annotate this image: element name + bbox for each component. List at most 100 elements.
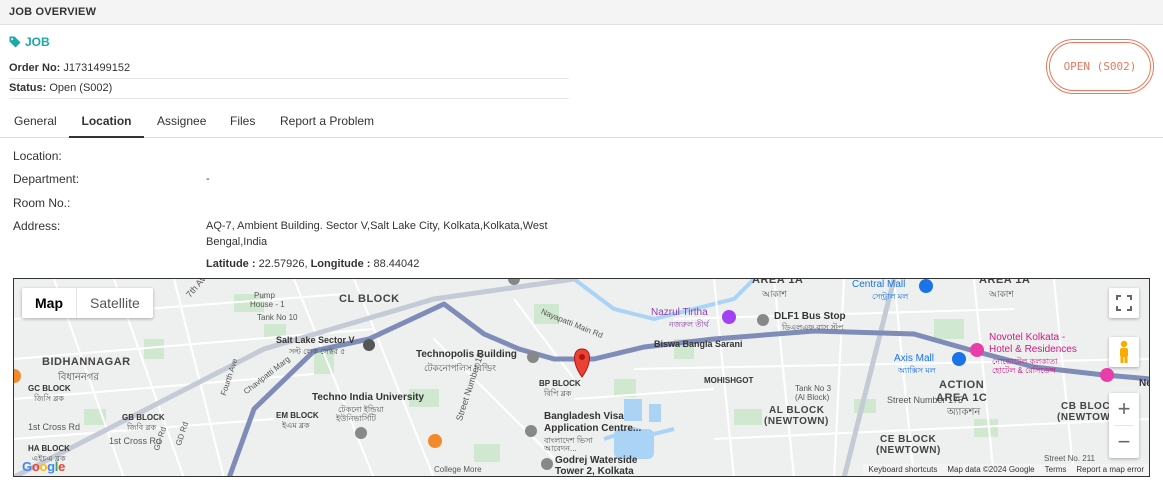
- map-label-dlf: DLF1 Bus Stop: [774, 311, 846, 322]
- map-label-bp-block-bn: বিপি ব্লক: [544, 389, 572, 398]
- map-label-ne: Ne: [1139, 378, 1149, 389]
- map-label-em-block: EM BLOCK: [276, 411, 319, 420]
- status-label: Status:: [9, 82, 47, 94]
- map-label-action-area-bn: অ্যাকশন: [947, 407, 981, 418]
- longitude-value: 88.44042: [373, 258, 420, 270]
- map-label-pump: Pump: [254, 291, 275, 300]
- map-data-text: Map data ©2024 Google: [947, 465, 1035, 474]
- job-tag: JOB: [9, 35, 50, 49]
- map-label-axis-mall-bn: অ্যাক্সিস মল: [898, 366, 936, 375]
- fullscreen-button[interactable]: [1109, 288, 1139, 318]
- map-label-bangladesh-visa-2: Application Centre...: [544, 423, 642, 434]
- map-label-tank10: Tank No 10: [257, 313, 298, 322]
- map-label-area1a-right: AREA 1A: [979, 278, 1031, 286]
- status-stamp-text: OPEN (S002): [1063, 60, 1137, 73]
- fullscreen-icon: [1116, 295, 1132, 311]
- map-label-dlf-bn: ডিএলএফ বাস স্টপ: [782, 323, 844, 332]
- map-label-axis-mall: Axis Mall: [894, 353, 935, 364]
- map-label-techno-india-bn2: ইউনিভার্সিটি: [336, 414, 376, 423]
- status-value: Open (S002): [49, 82, 113, 94]
- map-label-action-area: ACTION: [939, 379, 985, 391]
- tab-report-problem[interactable]: Report a Problem: [280, 106, 374, 138]
- longitude-label: Longitude :: [310, 258, 371, 270]
- location-label: Location:: [13, 149, 62, 163]
- map-label-em-block-bn: ইএম ব্লক: [282, 421, 310, 430]
- map-label-street211: Street No. 211: [1044, 454, 1095, 463]
- map-label-bangladesh-visa: Bangladesh Visa: [544, 411, 624, 422]
- coordinates: Latitude : 22.57926, Longitude : 88.4404…: [206, 258, 420, 270]
- map-label-bidhannagar: BIDHANNAGAR: [42, 356, 131, 368]
- map-type-satellite-button[interactable]: Satellite: [77, 288, 153, 318]
- map-type-control: Map Satellite: [22, 288, 153, 318]
- divider: [9, 98, 569, 99]
- order-value: J1731499152: [63, 62, 131, 74]
- zoom-in-button[interactable]: +: [1109, 393, 1139, 425]
- tag-icon: [9, 36, 21, 48]
- map-label-pump-house: House - 1: [250, 300, 285, 309]
- map-label-ha-block: HA BLOCK: [28, 444, 70, 453]
- room-label: Room No.:: [13, 196, 71, 210]
- terms-link[interactable]: Terms: [1040, 464, 1072, 476]
- map-label-bp-block: BP BLOCK: [539, 379, 581, 388]
- map-label-biswa: Biswa Bangla Sarani: [654, 339, 743, 349]
- tab-files[interactable]: Files: [230, 106, 255, 138]
- order-row: Order No: J1731499152: [9, 62, 130, 74]
- address-line-1: AQ-7, Ambient Building. Sector V,Salt La…: [206, 220, 548, 232]
- map-label-tank3: Tank No 3: [795, 384, 832, 393]
- map-label-nazrul-bn: নজরুল তীর্থ: [669, 320, 709, 329]
- department-label: Department:: [13, 172, 80, 186]
- map-label-al-block-2: (NEWTOWN): [764, 416, 829, 427]
- map-label-central-mall: Central Mall: [852, 279, 906, 290]
- map-label-gc-block: GC BLOCK: [28, 384, 71, 393]
- map-attribution: Keyboard shortcuts Map data ©2024 Google…: [863, 464, 1149, 476]
- map-label-ce-block-2: (NEWTOWN): [876, 445, 941, 456]
- map-label-gc-block-bn: জিসি ব্লক: [34, 394, 64, 403]
- pegman-icon: [1120, 340, 1128, 363]
- map-label-cb-block-2: (NEWTOW: [1057, 412, 1111, 423]
- tab-location[interactable]: Location: [69, 106, 144, 138]
- latitude-label: Latitude :: [206, 258, 256, 270]
- report-map-error-link[interactable]: Report a map error: [1071, 464, 1149, 476]
- address-label: Address:: [13, 219, 61, 233]
- map-label-central-mall-bn: সেন্ট্রাল মল: [872, 292, 909, 301]
- map-label-area1a-bn: আকাশ: [762, 289, 787, 299]
- map-label-mohishgot: MOHISHGOT: [704, 376, 754, 385]
- map-label-street175: Street Number 175: [887, 395, 964, 405]
- map-label-salt-lake-bn: সল্ট লেক সেক্টর ৫: [289, 347, 346, 356]
- map-label-novotel-bn2: হোটেল & রেসিডেন্স: [992, 366, 1056, 375]
- overview-header: JOB OVERVIEW: [0, 0, 1163, 25]
- page-title: JOB OVERVIEW: [9, 6, 97, 18]
- status-stamp: OPEN (S002): [1046, 39, 1154, 94]
- map-label-tank3b: (Al Block): [795, 393, 830, 402]
- map-label-cl-block: CL BLOCK: [339, 293, 400, 305]
- divider: [9, 78, 569, 79]
- google-logo: Google: [22, 459, 66, 474]
- tab-general[interactable]: General: [14, 106, 57, 138]
- map-label-techno-india: Techno India University: [312, 392, 425, 403]
- map-label-al-block: AL BLOCK: [769, 405, 825, 416]
- map-view[interactable]: AREA 1A আকাশ AREA 1A আকাশ CL BLOCK BIDHA…: [13, 278, 1150, 477]
- map-label-gb-block: GB BLOCK: [122, 413, 165, 422]
- tab-bar: General Location Assignee Files Report a…: [0, 106, 1163, 138]
- map-label-novotel: Novotel Kolkata -: [989, 332, 1066, 343]
- map-label-technopolis: Technopolis Building: [416, 349, 517, 360]
- tab-assignee[interactable]: Assignee: [157, 106, 206, 138]
- map-label-godrej-2: Tower 2, Kolkata: [555, 466, 634, 477]
- map-label-godrej: Godrej Waterside: [555, 455, 638, 466]
- map-label-first-cross: 1st Cross Rd: [28, 422, 81, 432]
- map-type-map-button[interactable]: Map: [22, 288, 77, 318]
- map-label-gb-block-bn: জিবি ব্লক: [127, 423, 157, 432]
- street-view-button[interactable]: [1109, 337, 1139, 367]
- map-label-technopolis-bn: টেকনোপলিস বিল্ডিং: [424, 363, 497, 373]
- map-label-college-more: College More: [434, 465, 482, 474]
- zoom-control: + −: [1109, 393, 1139, 458]
- keyboard-shortcuts-link[interactable]: Keyboard shortcuts: [863, 464, 942, 476]
- map-label-nazrul: Nazrul Tirtha: [651, 307, 708, 318]
- map-label-novotel-2: Hotel & Residences: [989, 344, 1077, 355]
- map-label-area1a: AREA 1A: [752, 278, 804, 286]
- address-line-2: Bengal,India: [206, 236, 268, 248]
- status-row: Status: Open (S002): [9, 82, 112, 94]
- zoom-out-button[interactable]: −: [1109, 426, 1139, 458]
- map-label-ce-block: CE BLOCK: [880, 434, 937, 445]
- department-value: -: [206, 173, 210, 185]
